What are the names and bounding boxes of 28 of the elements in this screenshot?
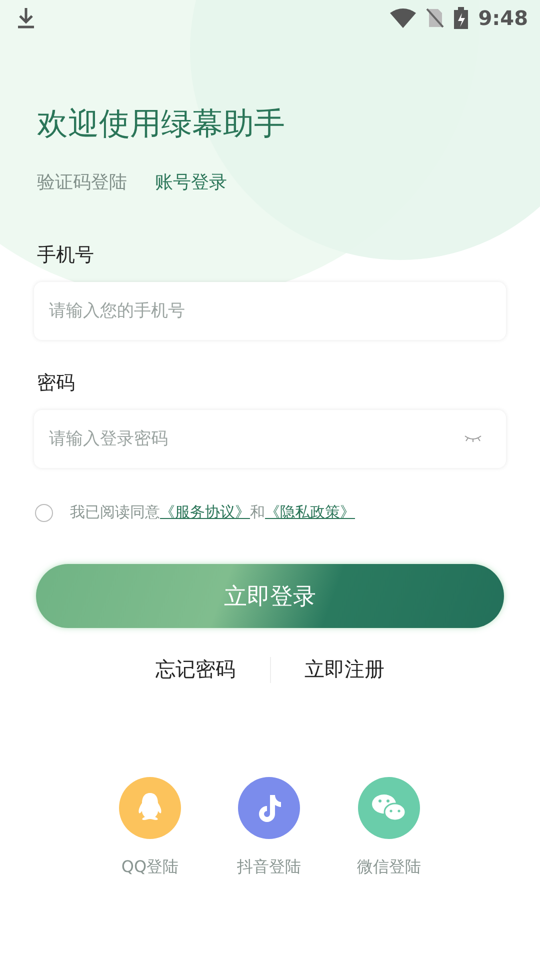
social-label: QQ登陆	[121, 857, 179, 878]
music-note-icon	[256, 793, 282, 823]
status-time: 9:48	[478, 6, 528, 30]
wifi-icon	[390, 8, 416, 28]
field-label: 密码	[37, 371, 76, 396]
text-input[interactable]: 请输入登录密码	[34, 410, 506, 468]
social-login[interactable]: QQ登陆	[119, 777, 181, 878]
download-icon	[16, 7, 36, 29]
field-label: 手机号	[37, 243, 95, 268]
no-sim-icon	[426, 8, 444, 28]
welcome-title: 欢迎使用绿幕助手	[37, 105, 286, 144]
social-login[interactable]: 微信登陆	[357, 777, 421, 878]
chat-bubbles-icon	[371, 793, 407, 823]
agreement-text: 我已阅读同意《服务协议》和《隐私政策》	[70, 503, 355, 522]
battery-charging-icon	[454, 7, 468, 29]
login-button[interactable]: 立即登录	[36, 564, 504, 628]
social-label: 微信登陆	[357, 857, 421, 878]
login-tab[interactable]: 账号登录	[155, 170, 227, 194]
social-login[interactable]: 抖音登陆	[237, 777, 301, 878]
text-link[interactable]: 立即注册	[270, 656, 418, 683]
agree-radio[interactable]	[35, 504, 53, 522]
text-link[interactable]: 忘记密码	[122, 656, 270, 683]
privacy-policy-link[interactable]: 《隐私政策》	[265, 503, 355, 521]
social-label: 抖音登陆	[237, 857, 301, 878]
text-input[interactable]: 请输入您的手机号	[34, 282, 506, 340]
closed-eye-icon[interactable]	[464, 435, 482, 443]
service-agreement-link[interactable]: 《服务协议》	[160, 503, 250, 521]
login-tab[interactable]: 验证码登陆	[37, 170, 127, 194]
